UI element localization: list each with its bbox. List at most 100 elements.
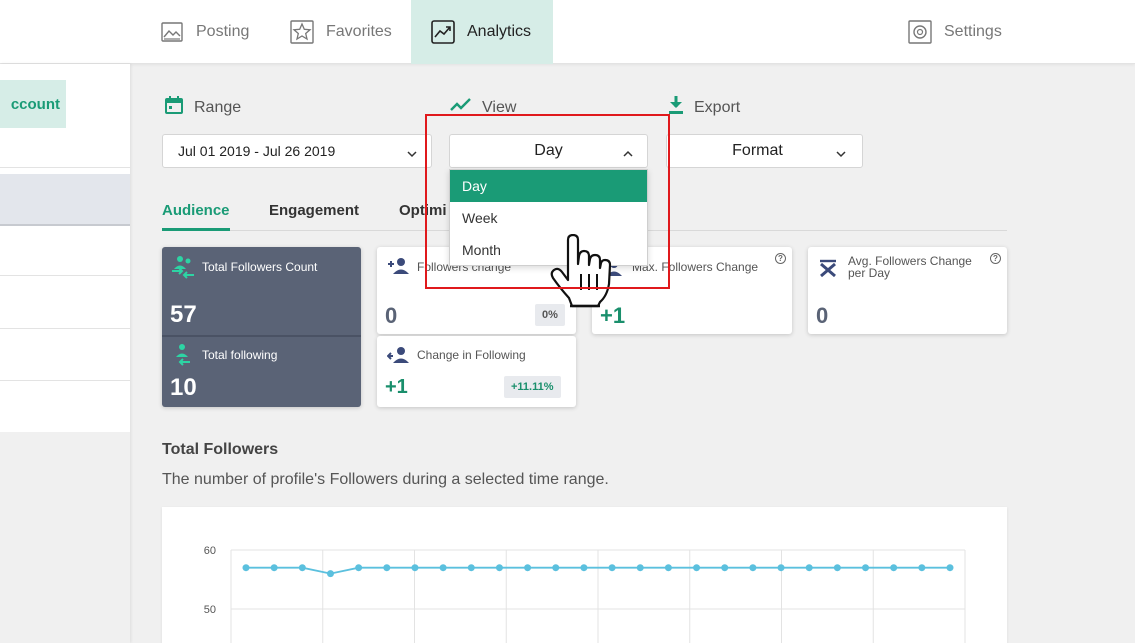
- tab-favorites[interactable]: Favorites: [270, 0, 412, 64]
- line-chart: 60 50: [204, 545, 966, 643]
- section-description: The number of profile's Followers during…: [162, 471, 609, 488]
- analytics-icon: [431, 20, 455, 44]
- calendar-icon: [164, 95, 184, 120]
- data-point: [890, 564, 898, 572]
- change-following-value: +1: [385, 376, 408, 398]
- average-icon: [818, 259, 838, 282]
- tab-posting-label: Posting: [196, 23, 250, 40]
- tab-favorites-label: Favorites: [326, 23, 392, 40]
- total-followers-value: 57: [170, 301, 197, 328]
- chevron-down-icon: [836, 146, 846, 163]
- range-label-text: Range: [194, 98, 242, 116]
- data-point: [580, 564, 588, 572]
- sidebar-item[interactable]: [0, 330, 130, 380]
- range-select[interactable]: Jul 01 2019 - Jul 26 2019: [162, 134, 432, 168]
- active-tab-indicator: [162, 228, 230, 231]
- total-followers-card: Total Followers Count 57 Total following…: [162, 247, 361, 407]
- chevron-up-icon: [623, 146, 633, 163]
- data-point: [552, 564, 560, 572]
- data-point: [242, 564, 250, 572]
- data-point: [862, 564, 870, 572]
- data-point: [383, 564, 391, 572]
- avg-followers-change-value: 0: [816, 303, 829, 328]
- total-following-value: 10: [170, 374, 197, 401]
- add-account-button[interactable]: ccount: [0, 80, 66, 128]
- data-point: [833, 564, 841, 572]
- top-nav-bar: Posting Favorites Analytics Settings: [0, 0, 1135, 64]
- data-point: [439, 564, 447, 572]
- avg-followers-change-subtitle: per Day: [848, 266, 891, 280]
- export-label: Export: [668, 95, 740, 120]
- data-point: [411, 564, 419, 572]
- section-title: Total Followers: [162, 441, 279, 458]
- sidebar-empty-area: [0, 432, 130, 643]
- sidebar-divider: [0, 275, 130, 276]
- change-following-title: Change in Following: [417, 348, 526, 362]
- star-icon: [290, 20, 314, 44]
- data-point: [355, 564, 363, 572]
- sidebar: ccount: [0, 64, 130, 643]
- tab-posting[interactable]: Posting: [140, 0, 269, 64]
- dropdown-option-week[interactable]: Week: [450, 202, 647, 234]
- data-point: [664, 564, 672, 572]
- data-point: [777, 564, 785, 572]
- sidebar-item[interactable]: [0, 382, 130, 432]
- view-select-value: Day: [534, 142, 563, 159]
- data-point: [326, 570, 334, 578]
- sidebar-divider: [0, 328, 130, 329]
- data-point: [805, 564, 813, 572]
- max-followers-change-title: Max. Followers Change: [632, 260, 759, 274]
- data-point: [636, 564, 644, 572]
- view-label: View: [450, 95, 516, 120]
- data-point: [524, 564, 532, 572]
- view-select[interactable]: Day: [449, 134, 648, 168]
- export-select-value: Format: [732, 142, 783, 159]
- data-point: [749, 564, 757, 572]
- data-point: [721, 564, 729, 572]
- followers-icon: [172, 255, 194, 284]
- add-person-icon: [387, 257, 409, 280]
- tab-settings[interactable]: Settings: [888, 0, 1022, 64]
- view-label-text: View: [482, 98, 517, 116]
- hand-pointer-cursor: [548, 233, 614, 313]
- sidebar-item[interactable]: [0, 277, 130, 327]
- following-icon: [174, 343, 192, 372]
- tab-settings-label: Settings: [944, 23, 1002, 40]
- export-label-text: Export: [694, 98, 741, 116]
- dropdown-option-day[interactable]: Day: [450, 170, 647, 202]
- avg-followers-change-card: Avg. Followers Change per Day ? 0: [808, 247, 1007, 334]
- trend-icon: [450, 95, 472, 120]
- gear-icon: [908, 20, 932, 44]
- tab-analytics-label: Analytics: [467, 23, 532, 40]
- y-tick-label: 60: [204, 545, 216, 557]
- total-following-title: Total following: [202, 348, 278, 362]
- people-icon: [386, 346, 409, 369]
- data-point: [298, 564, 306, 572]
- data-point: [495, 564, 503, 572]
- range-select-value: Jul 01 2019 - Jul 26 2019: [178, 143, 336, 159]
- followers-change-value: 0: [385, 303, 398, 328]
- change-following-card: Change in Following +1 +11.11%: [377, 336, 576, 407]
- data-point: [608, 564, 616, 572]
- posting-icon: [160, 20, 184, 44]
- total-followers-title: Total Followers Count: [202, 260, 318, 274]
- change-following-badge: +11.11%: [504, 376, 561, 398]
- add-account-label: ccount: [10, 95, 60, 113]
- sidebar-item-selected[interactable]: [0, 174, 130, 226]
- y-tick-label: 50: [204, 604, 216, 616]
- total-followers-chart: 60 50: [162, 507, 1007, 643]
- tab-audience[interactable]: Audience: [162, 202, 230, 219]
- download-icon: [668, 95, 684, 120]
- data-point: [918, 564, 926, 572]
- sidebar-item[interactable]: [0, 227, 130, 275]
- tab-engagement[interactable]: Engagement: [269, 202, 359, 219]
- data-point: [467, 564, 475, 572]
- card-divider: [162, 335, 361, 337]
- export-format-select[interactable]: Format: [666, 134, 863, 168]
- tab-analytics[interactable]: Analytics: [411, 0, 553, 64]
- sidebar-divider: [0, 167, 130, 168]
- range-label: Range: [164, 95, 241, 120]
- help-icon[interactable]: ?: [990, 253, 1001, 264]
- tab-optimization[interactable]: Optimi: [399, 202, 447, 219]
- help-icon[interactable]: ?: [775, 253, 786, 264]
